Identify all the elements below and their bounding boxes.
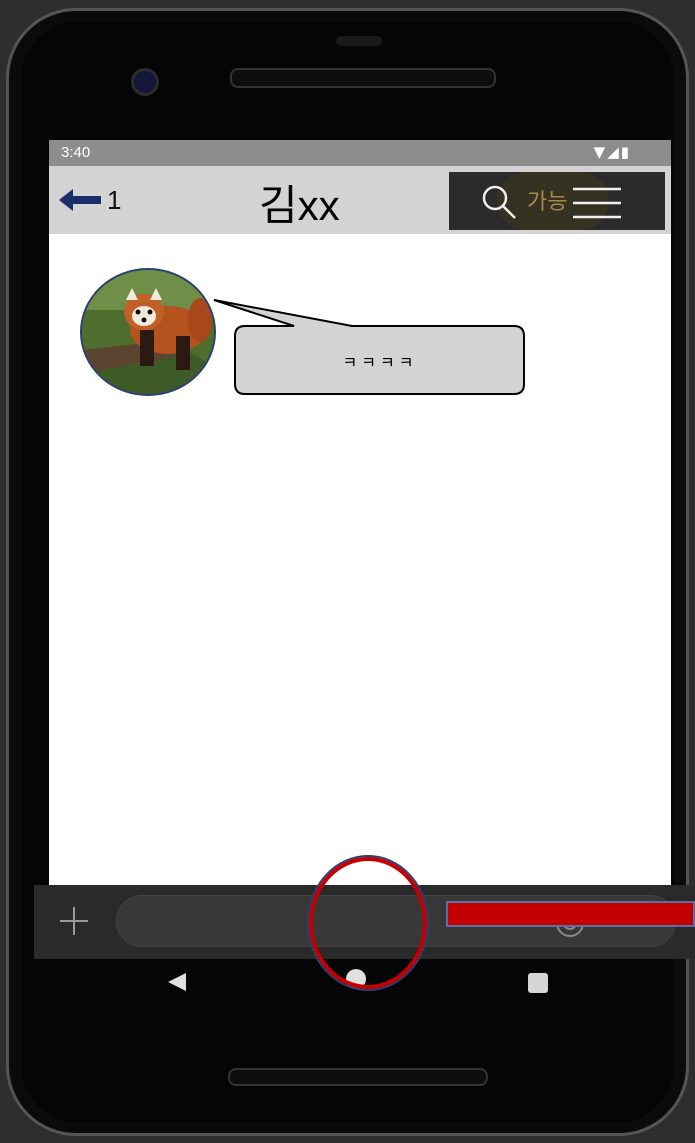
chat-header: 1 김xx 가능 (49, 166, 671, 234)
search-hint: 가능 (527, 190, 568, 215)
phone-screen: 3:40 ▼◢▮ 1 김xx 가능 ㅋㅋㅋㅋ (49, 140, 671, 887)
red-panda-photo-icon (82, 270, 214, 394)
avatar[interactable] (80, 268, 216, 396)
annotation-circle (307, 855, 429, 991)
proximity-sensor (336, 36, 382, 46)
back-button[interactable]: 1 (57, 180, 121, 220)
message-bubble: ㅋㅋㅋㅋ (342, 353, 418, 372)
annotation-red-bar (446, 901, 695, 927)
unread-count: 1 (107, 184, 122, 215)
search-icon[interactable] (479, 182, 519, 222)
arrow-left-icon (59, 189, 101, 211)
nav-back-icon[interactable] (166, 971, 188, 993)
nav-recents-icon[interactable] (528, 973, 548, 993)
hamburger-menu-icon[interactable] (571, 186, 623, 220)
earpiece-speaker (230, 68, 496, 88)
header-actions: 가능 (449, 172, 665, 230)
status-icons: ▼◢▮ (593, 143, 631, 161)
status-bar: 3:40 ▼◢▮ (49, 140, 671, 166)
chat-title: 김xx (259, 182, 340, 229)
status-time: 3:40 (61, 144, 91, 161)
bottom-speaker (228, 1068, 488, 1086)
plus-icon[interactable] (58, 905, 90, 937)
front-camera-icon (131, 68, 159, 96)
